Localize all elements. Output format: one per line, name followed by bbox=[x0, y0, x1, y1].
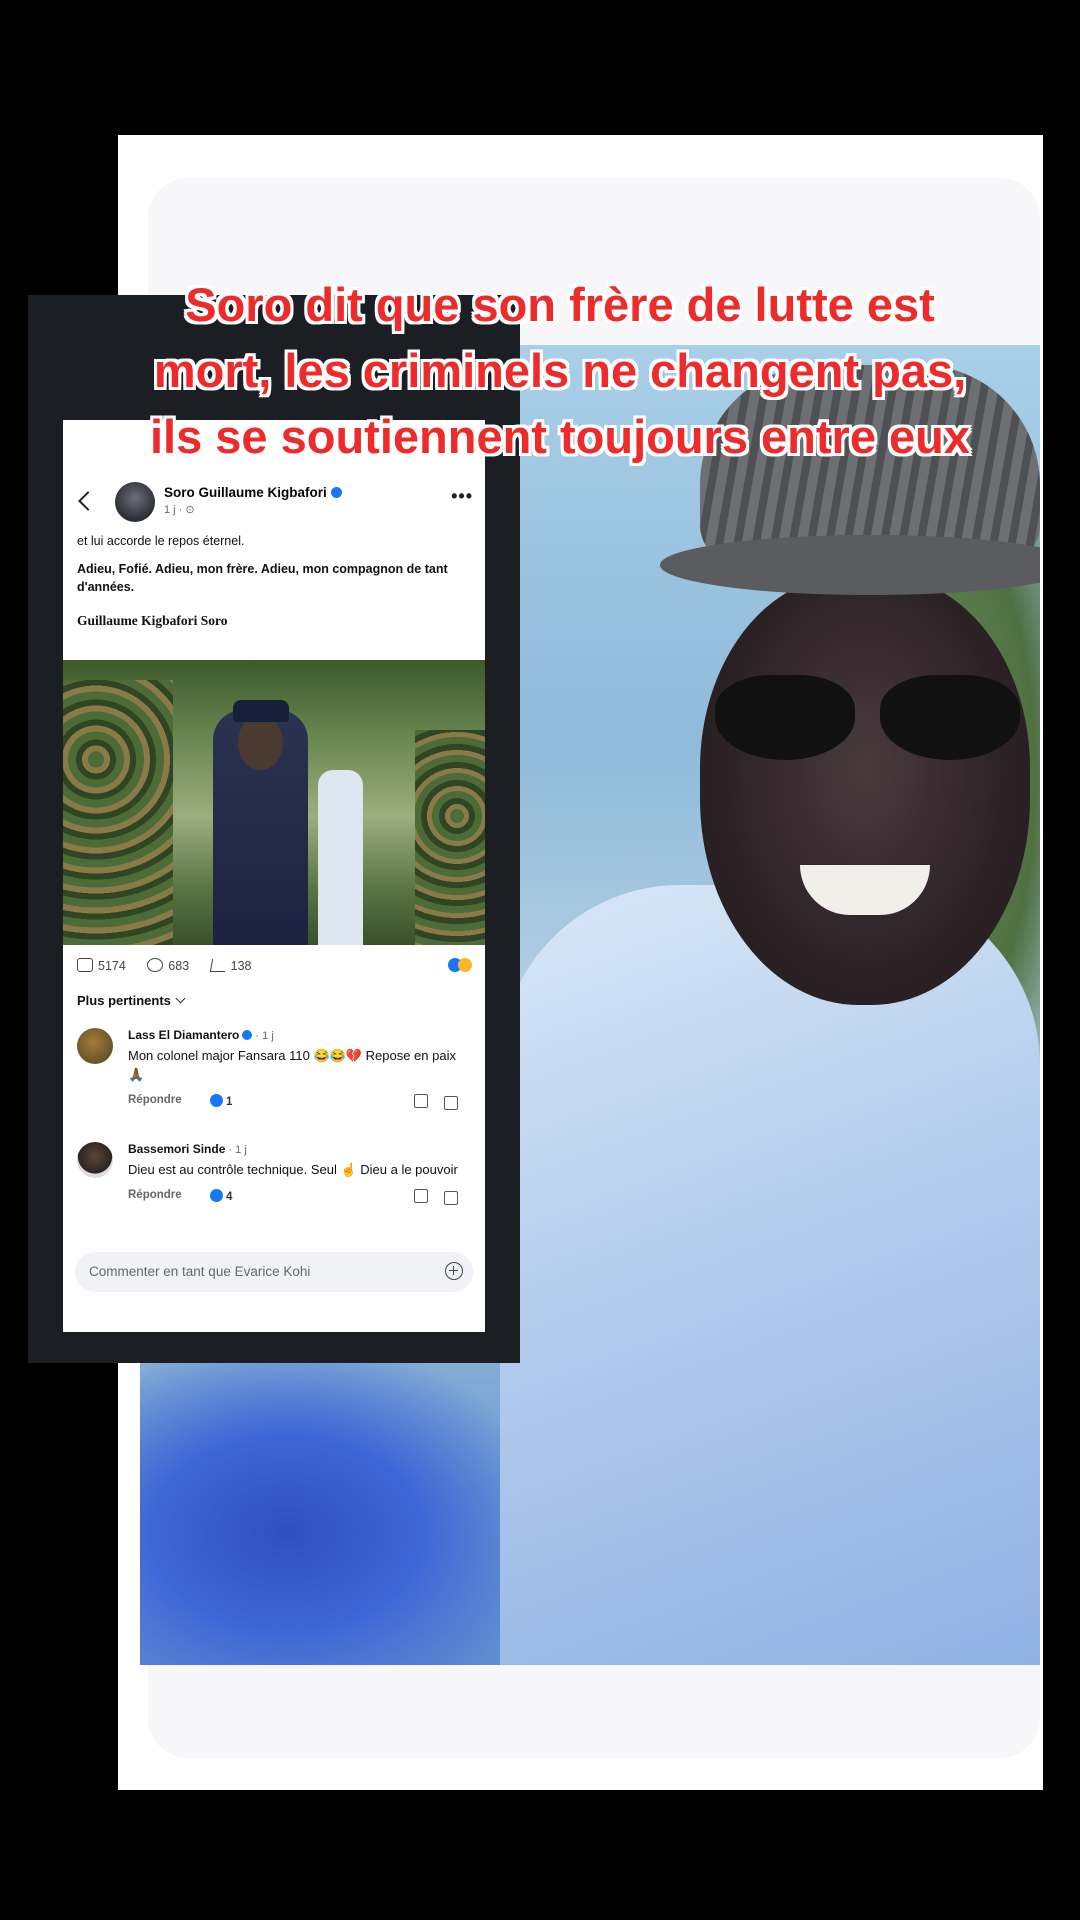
commenter-avatar[interactable] bbox=[77, 1028, 113, 1064]
comment-item: Bassemori Sinde · 1 j Dieu est au contrô… bbox=[77, 1142, 472, 1242]
comment-like-count: 4 bbox=[226, 1191, 233, 1203]
post-signature: Guillaume Kigbafori Soro bbox=[77, 613, 228, 628]
comment-icon bbox=[147, 958, 164, 972]
comment-likes[interactable]: 4 bbox=[210, 1189, 232, 1203]
post-text-line: et lui accorde le repos éternel. bbox=[77, 534, 245, 548]
post-text-farewell: Adieu, Fofié. Adieu, mon frère. Adieu, m… bbox=[77, 562, 448, 594]
post-stats: 5174 683 138 bbox=[77, 958, 472, 980]
chevron-down-icon bbox=[175, 993, 186, 1004]
thumb-up-icon bbox=[77, 958, 93, 972]
comment-text: Mon colonel major Fansara 110 😂😂💔 Repose… bbox=[128, 1048, 456, 1082]
comment-likes[interactable]: 1 bbox=[210, 1094, 232, 1108]
sad-reaction-icon bbox=[458, 958, 472, 972]
thumb-down-icon[interactable] bbox=[444, 1096, 458, 1110]
more-options-icon[interactable]: ••• bbox=[451, 486, 473, 507]
share-count: 138 bbox=[230, 959, 252, 973]
thumb-up-icon[interactable] bbox=[414, 1094, 428, 1108]
comment-sort-dropdown[interactable]: Plus pertinents bbox=[77, 993, 186, 1008]
comment-time: · 1 j bbox=[225, 1144, 247, 1156]
comment-actions: Répondre 1 bbox=[128, 1094, 468, 1110]
author-avatar[interactable] bbox=[115, 482, 155, 522]
officer-cap bbox=[233, 700, 289, 722]
headline-caption: Soro dit que son frère de lutte est mort… bbox=[80, 272, 1040, 470]
headline-line-3: ils se soutiennent toujours entre eux bbox=[149, 410, 971, 463]
like-reaction-icon bbox=[210, 1094, 223, 1107]
blue-flower bbox=[140, 1335, 560, 1665]
comment-input[interactable]: Commenter en tant que Evarice Kohi bbox=[75, 1252, 473, 1292]
thumb-up-icon[interactable] bbox=[414, 1189, 428, 1203]
post-author[interactable]: Soro Guillaume Kigbafori bbox=[164, 485, 342, 500]
comment-author-line[interactable]: Bassemori Sinde · 1 j bbox=[128, 1142, 468, 1156]
comment-text: Dieu est au contrôle technique. Seul ☝️ … bbox=[128, 1162, 458, 1177]
sort-label: Plus pertinents bbox=[77, 993, 171, 1008]
comment-author[interactable]: Bassemori Sinde bbox=[128, 1142, 225, 1156]
post-text: et lui accorde le repos éternel. Adieu, … bbox=[77, 532, 472, 640]
comment-author-line[interactable]: Lass El Diamantero · 1 j bbox=[128, 1028, 468, 1042]
reply-button[interactable]: Répondre bbox=[128, 1094, 182, 1106]
headline-line-1: Soro dit que son frère de lutte est bbox=[185, 278, 935, 331]
reply-button[interactable]: Répondre bbox=[128, 1189, 182, 1201]
share-stat[interactable]: 138 bbox=[209, 959, 252, 973]
thumb-down-icon[interactable] bbox=[444, 1191, 458, 1205]
verified-icon bbox=[330, 487, 342, 498]
post-author-name[interactable]: Soro Guillaume Kigbafori bbox=[164, 485, 327, 500]
comment-like-count: 1 bbox=[226, 1096, 233, 1108]
shirt bbox=[500, 885, 1040, 1665]
soldier-right bbox=[415, 730, 485, 945]
reactions-summary[interactable] bbox=[448, 958, 472, 975]
post-meta: 1 j · ⊙ bbox=[164, 504, 195, 516]
like-reaction-icon bbox=[210, 1189, 223, 1202]
comment-author[interactable]: Lass El Diamantero bbox=[128, 1028, 239, 1042]
add-icon[interactable] bbox=[445, 1262, 463, 1280]
verified-icon bbox=[242, 1030, 253, 1040]
officer-head bbox=[238, 715, 283, 770]
like-count: 5174 bbox=[98, 959, 126, 973]
like-stat[interactable]: 5174 bbox=[77, 958, 126, 973]
back-arrow-icon[interactable] bbox=[78, 491, 98, 511]
comment-placeholder: Commenter en tant que Evarice Kohi bbox=[89, 1264, 311, 1279]
face bbox=[700, 575, 1030, 1005]
hat-brim bbox=[660, 535, 1040, 595]
comment-stat[interactable]: 683 bbox=[147, 958, 190, 973]
headline-line-2: mort, les criminels ne changent pas, bbox=[153, 344, 967, 397]
comment-actions: Répondre 4 bbox=[128, 1189, 468, 1205]
sunglasses bbox=[715, 675, 1025, 765]
person-white bbox=[318, 770, 363, 945]
commenter-avatar[interactable] bbox=[77, 1142, 113, 1178]
soldier-left bbox=[63, 680, 173, 945]
comment-item: Lass El Diamantero · 1 j Mon colonel maj… bbox=[77, 1028, 472, 1128]
post-photo[interactable] bbox=[63, 660, 485, 945]
comment-time: · 1 j bbox=[252, 1030, 274, 1042]
comment-count: 683 bbox=[168, 959, 190, 973]
share-icon bbox=[209, 959, 227, 972]
facebook-post-card: Soro Guillaume Kigbafori 1 j · ⊙ ••• et … bbox=[63, 420, 485, 1332]
